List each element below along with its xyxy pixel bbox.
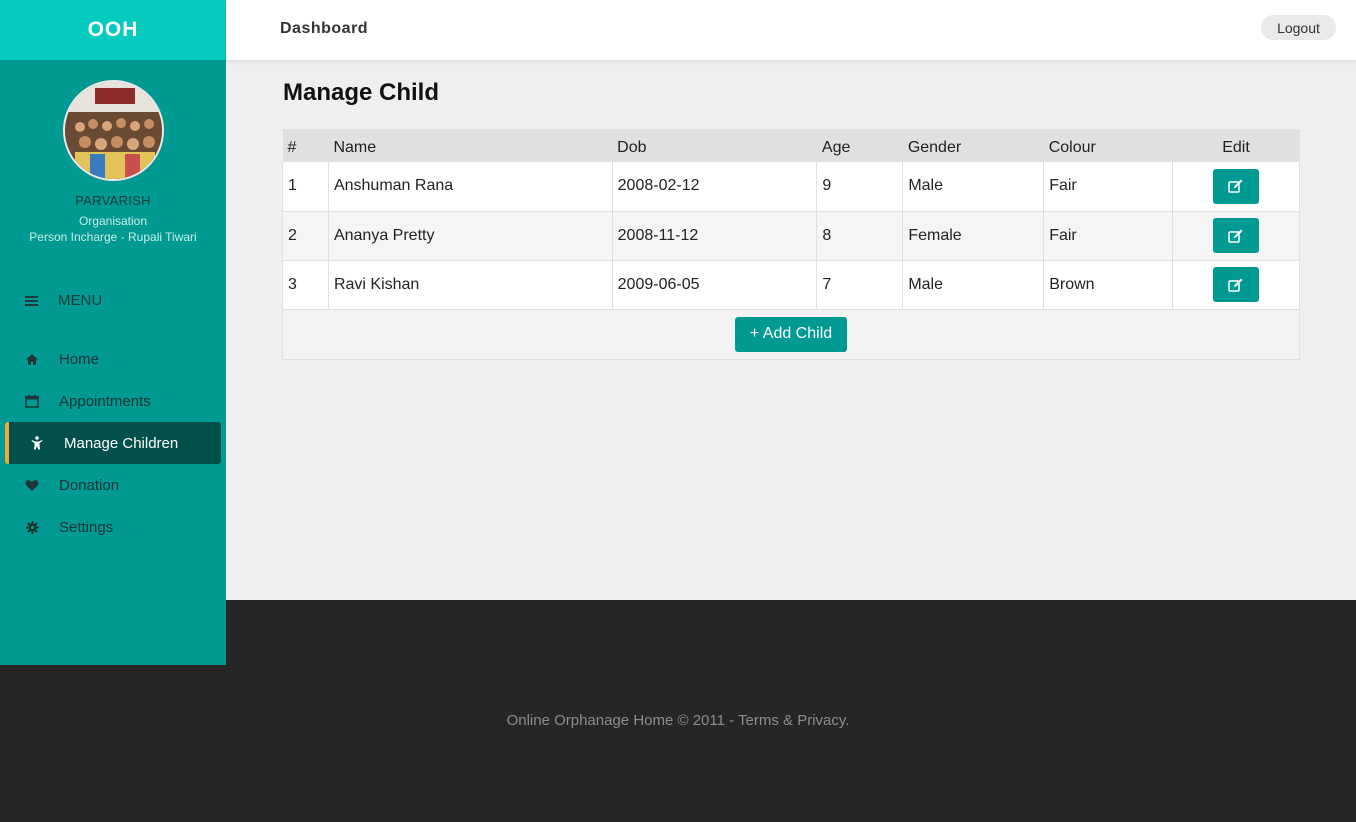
children-table: # Name Dob Age Gender Colour Edit 1 Ansh…	[282, 129, 1300, 360]
cell-edit	[1172, 260, 1300, 309]
sidebar-item-label: Donation	[59, 476, 120, 494]
add-child-row: + Add Child	[282, 309, 1300, 360]
cell-name: Ravi Kishan	[327, 260, 613, 309]
sidebar-item-donation[interactable]: Donation	[5, 464, 221, 506]
hamburger-icon	[25, 295, 38, 306]
sidebar-item-label: Appointments	[59, 392, 151, 410]
gear-icon	[25, 520, 39, 534]
sidebar-item-settings[interactable]: Settings	[5, 506, 221, 548]
footer-text[interactable]: Online Orphanage Home © 2011 - Terms & P…	[0, 712, 1356, 729]
column-header-gender: Gender	[907, 138, 962, 156]
column-header-dob: Dob	[617, 138, 647, 156]
edit-icon	[1228, 229, 1243, 243]
edit-icon	[1228, 179, 1243, 193]
edit-button[interactable]	[1213, 218, 1260, 253]
child-icon	[30, 436, 44, 450]
cell-dob: 2008-11-12	[611, 211, 817, 260]
cell-age: 9	[816, 162, 903, 211]
cell-colour: Brown	[1043, 260, 1173, 309]
edit-button[interactable]	[1213, 267, 1260, 302]
edit-button[interactable]	[1213, 168, 1260, 204]
table-row: 3 Ravi Kishan 2009-06-05 7 Male Brown	[282, 260, 1300, 309]
menu-header[interactable]: MENU	[25, 292, 102, 309]
page-title: Manage Child	[283, 79, 440, 106]
cell-age: 7	[816, 260, 903, 309]
column-header-age: Age	[821, 138, 851, 156]
table-row: 2 Ananya Pretty 2008-11-12 8 Female Fair	[282, 211, 1300, 260]
home-icon	[25, 352, 39, 366]
cell-number: 2	[282, 211, 329, 260]
cell-gender: Male	[902, 162, 1044, 211]
cell-colour: Fair	[1043, 162, 1173, 211]
brand-logo[interactable]: OOH	[0, 0, 226, 60]
heart-icon	[25, 478, 39, 492]
cell-edit	[1172, 211, 1300, 260]
cell-number: 1	[282, 162, 329, 211]
sidebar-nav: Home Appointments Manage Children Donati…	[5, 338, 221, 548]
sidebar-item-home[interactable]: Home	[5, 338, 221, 380]
cell-age: 8	[816, 211, 903, 260]
cell-gender: Female	[902, 211, 1044, 260]
sidebar-item-appointments[interactable]: Appointments	[5, 380, 221, 422]
logout-button[interactable]: Logout	[1261, 15, 1336, 40]
column-header-name: Name	[333, 138, 377, 156]
menu-label: MENU	[58, 292, 103, 309]
table-header-row: # Name Dob Age Gender Colour Edit	[282, 129, 1300, 162]
sidebar: OOH PARVARISH Organisation Person Inchar…	[0, 0, 226, 665]
cell-gender: Male	[902, 260, 1044, 309]
table-row: 1 Anshuman Rana 2008-02-12 9 Male Fair	[282, 162, 1300, 211]
column-header-colour: Colour	[1048, 138, 1096, 156]
cell-dob: 2009-06-05	[611, 260, 817, 309]
add-child-button[interactable]: + Add Child	[734, 316, 848, 352]
top-bar-title[interactable]: Dashboard	[280, 20, 368, 38]
sidebar-item-label: Settings	[59, 518, 114, 536]
cell-number: 3	[282, 260, 329, 309]
calendar-icon	[25, 394, 39, 408]
edit-icon	[1228, 278, 1243, 292]
org-type: Organisation	[78, 214, 148, 228]
footer: Online Orphanage Home © 2011 - Terms & P…	[0, 600, 1356, 822]
column-header-number: #	[287, 138, 297, 156]
sidebar-item-label: Home	[59, 350, 100, 368]
avatar	[62, 80, 164, 181]
sidebar-extension	[0, 600, 226, 665]
sidebar-item-label: Manage Children	[64, 434, 179, 452]
top-bar: Dashboard Logout	[226, 0, 1356, 60]
column-header-edit: Edit	[1222, 138, 1250, 156]
org-name: PARVARISH	[75, 193, 151, 208]
cell-name: Anshuman Rana	[327, 162, 613, 211]
sidebar-item-manage-children[interactable]: Manage Children	[5, 422, 221, 464]
profile-panel: PARVARISH Organisation Person Incharge -…	[0, 60, 226, 244]
cell-edit	[1172, 162, 1300, 211]
cell-dob: 2008-02-12	[611, 162, 817, 211]
org-person-incharge: Person Incharge - Rupali Tiwari	[29, 230, 197, 244]
cell-name: Ananya Pretty	[327, 211, 613, 260]
cell-colour: Fair	[1043, 211, 1173, 260]
